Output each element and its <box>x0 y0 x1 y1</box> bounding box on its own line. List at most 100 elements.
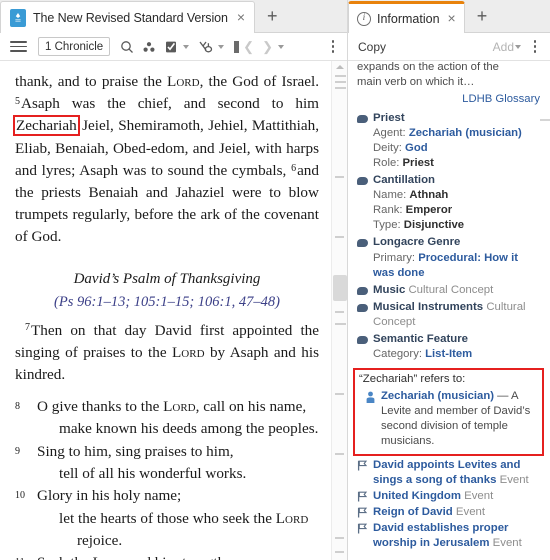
minimap-mark <box>335 81 346 83</box>
tab-information-title: Information <box>377 11 440 26</box>
bible-book-icon <box>10 8 26 27</box>
person-icon <box>365 391 376 404</box>
information-entry[interactable]: Musical Instruments Cultural Concept <box>357 300 540 330</box>
three-dots-cluster-icon[interactable] <box>138 37 160 57</box>
event-label[interactable]: United Kingdom <box>373 490 461 502</box>
search-icon[interactable] <box>116 37 138 57</box>
event-item[interactable]: David establishes proper worship in Jeru… <box>357 521 540 551</box>
information-overflow-kebab-menu-icon[interactable] <box>527 40 543 53</box>
event-item[interactable]: Reign of David Event <box>357 505 540 520</box>
poetry-text-post: and his strength, <box>125 554 229 560</box>
copy-button[interactable]: Copy <box>358 40 386 54</box>
tab-information[interactable]: i Information × <box>348 1 465 33</box>
information-content[interactable]: expands on the action of the main verb o… <box>348 61 550 560</box>
information-entry-field: Rank: Emperor <box>373 203 540 218</box>
poetry-line-text: Sing to him, sing praises to him, <box>37 441 319 463</box>
information-new-tab-button[interactable]: + <box>465 7 498 33</box>
poetry-text-pre: let the hearts of those who seek the <box>59 509 276 527</box>
poetry-line: 10 Glory in his holy name; <box>15 485 319 507</box>
event-label[interactable]: Reign of David <box>373 506 453 518</box>
poetry-line: rejoice. <box>15 530 319 552</box>
information-entry[interactable]: Longacre Genre Primary: Procedural: How i… <box>357 235 540 280</box>
minimap-mark <box>335 87 346 89</box>
speech-bubble-icon <box>357 286 368 295</box>
verse-5-before-highlight: Asaph was the chief, and second to him <box>21 95 319 113</box>
information-entry-list: Priest Agent: Zechariah (musician) Deity: … <box>357 111 540 362</box>
hamburger-menu-icon[interactable] <box>8 38 28 56</box>
passage-paragraph: thank, and to praise the Lord, the God o… <box>13 71 319 249</box>
information-entry-title: Musical Instruments <box>373 300 484 313</box>
bible-minimap-scrollbar[interactable] <box>331 61 347 560</box>
refers-to-section: “Zechariah” refers to: Zechariah (musici… <box>353 368 544 456</box>
poetry-line-text: O give thanks to the Lord, call on his n… <box>37 396 319 418</box>
reference-input[interactable]: 1 Chronicle <box>38 37 111 56</box>
divine-name: Lord <box>163 398 196 416</box>
information-entry-heading: Priest <box>373 111 540 126</box>
event-kind: Event <box>492 537 522 550</box>
refers-to-link[interactable]: Zechariah (musician) <box>381 390 494 402</box>
history-chevron-down-icon[interactable] <box>277 44 284 49</box>
field-value: Athnah <box>409 189 449 202</box>
field-key: Role: <box>373 157 400 170</box>
notes-chevron-down-icon[interactable] <box>183 44 190 49</box>
field-value[interactable]: Zechariah (musician) <box>409 127 522 139</box>
poetry-verse-number <box>15 418 37 440</box>
event-item[interactable]: David appoints Levites and sings a song … <box>357 458 540 488</box>
field-value[interactable]: List-Item <box>425 348 472 360</box>
chevron-left-icon[interactable]: ❮ <box>239 39 258 55</box>
glossary-snippet-line2: main verb on which it… <box>357 76 475 89</box>
information-entry-heading: Musical Instruments Cultural Concept <box>373 300 540 330</box>
chevron-right-icon[interactable]: ❯ <box>258 39 277 55</box>
field-key: Deity: <box>373 142 402 155</box>
add-button[interactable]: Add <box>493 40 514 54</box>
bible-overflow-kebab-menu-icon[interactable] <box>325 40 341 53</box>
poetry-verse-number <box>15 508 37 530</box>
passage-text-after-lord: , the God of Israel. <box>199 73 319 90</box>
information-entry-type: Cultural Concept <box>408 283 494 296</box>
minimap-mark <box>335 323 346 325</box>
flag-icon <box>357 523 368 534</box>
minimap-thumb[interactable] <box>333 275 347 301</box>
poetry-text-pre: rejoice. <box>77 532 123 550</box>
poetry-line: tell of all his wonderful works. <box>15 463 319 485</box>
poetry-verse-number <box>15 463 37 485</box>
visual-filter-chevron-down-icon[interactable] <box>218 44 225 49</box>
event-list: David appoints Levites and sings a song … <box>357 458 540 552</box>
event-item[interactable]: United Kingdom Event <box>357 489 540 504</box>
information-entry-field: Deity: God <box>373 141 540 156</box>
highlighted-term-zechariah[interactable]: Zechariah <box>13 115 80 137</box>
psalm-cross-reference[interactable]: (Ps 96:1–13; 105:1–15; 106:1, 47–48) <box>15 294 319 311</box>
information-pane: i Information × + Copy Add expands on th… <box>348 0 550 560</box>
information-entry[interactable]: Semantic Feature Category: List-Item <box>357 332 540 362</box>
visual-filter-icon[interactable] <box>195 37 217 57</box>
bible-text-area[interactable]: thank, and to praise the Lord , the God o… <box>0 61 347 560</box>
information-entry[interactable]: Cantillation Name: Athnah Rank: Emperor Typ… <box>357 173 540 233</box>
speech-bubble-icon <box>357 177 368 186</box>
information-entry-body: Semantic Feature Category: List-Item <box>373 332 540 362</box>
event-label[interactable]: David appoints Levites and sings a song … <box>373 459 520 486</box>
tab-information-close-icon[interactable]: × <box>446 11 458 27</box>
information-scroll-indicator[interactable] <box>540 119 550 127</box>
minimap-mark <box>335 537 344 539</box>
speech-bubble-icon <box>357 336 368 345</box>
information-entry-field: Name: Athnah <box>373 188 540 203</box>
glossary-source-link[interactable]: LDHB Glossary <box>357 92 540 107</box>
information-entry[interactable]: Music Cultural Concept <box>357 283 540 298</box>
refers-to-entry[interactable]: Zechariah (musician) — A Levite and memb… <box>359 389 538 449</box>
poetry-text-pre: Glory in his holy name; <box>37 487 182 505</box>
information-entry[interactable]: Priest Agent: Zechariah (musician) Deity: … <box>357 111 540 171</box>
passage-text-lead: thank, and to praise the <box>15 73 168 90</box>
tab-bible-close-icon[interactable]: × <box>235 10 247 26</box>
add-chevron-down-icon[interactable] <box>515 44 521 49</box>
field-key: Primary: <box>373 251 416 264</box>
new-tab-button[interactable]: + <box>255 7 288 33</box>
field-value[interactable]: God <box>405 142 428 154</box>
information-entry-field: Role: Priest <box>373 156 540 171</box>
information-entry-field: Category: List-Item <box>373 347 540 362</box>
event-label[interactable]: David establishes proper worship in Jeru… <box>373 522 508 549</box>
scroll-up-arrow-icon[interactable] <box>336 65 344 69</box>
checkbox-book-icon[interactable] <box>160 37 182 57</box>
tab-bible[interactable]: The New Revised Standard Version × <box>0 1 256 33</box>
event-label-wrap: Reign of David Event <box>373 505 540 520</box>
information-entry-title: Cantillation <box>373 174 436 187</box>
